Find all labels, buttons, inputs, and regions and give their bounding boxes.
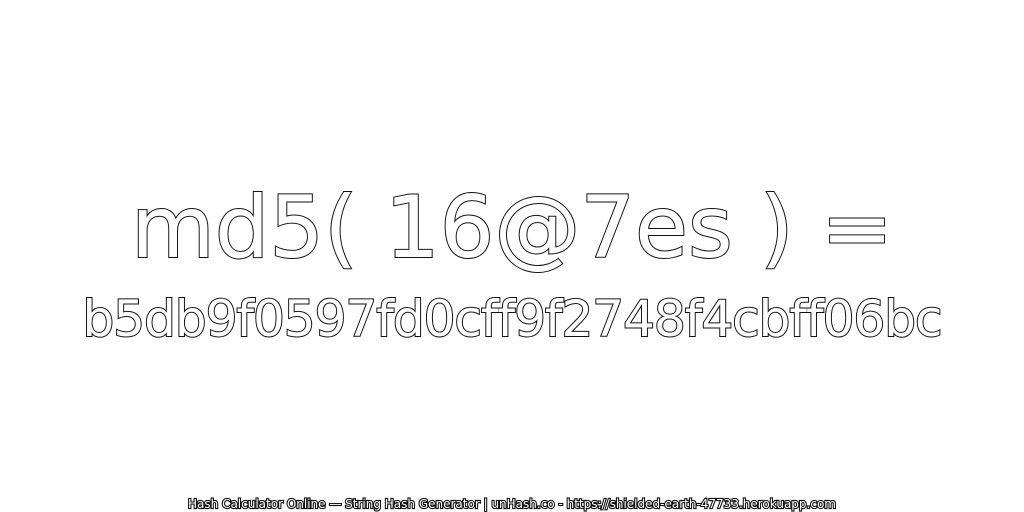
site-footer-caption: Hash Calculator Online — String Hash Gen… <box>187 496 837 512</box>
hash-image-canvas: md5( 16@7es ) = b5db9f0597fd0cff9f2748f4… <box>0 0 1024 512</box>
md5-hash-value: b5db9f0597fd0cff9f2748f4cbff06bc <box>82 289 944 349</box>
md5-expression: md5( 16@7es ) = <box>130 177 894 279</box>
